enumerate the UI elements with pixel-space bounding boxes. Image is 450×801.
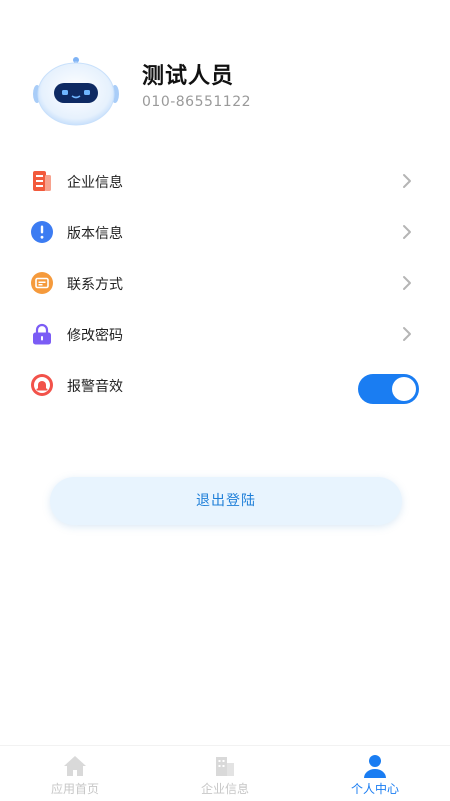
alarm-sound-toggle[interactable] — [358, 374, 419, 404]
bottom-tabbar: 应用首页 企业信息 个人中心 — [0, 745, 450, 801]
user-phone: 010-86551122 — [142, 94, 252, 110]
menu-item-contact[interactable]: 联系方式 — [0, 258, 450, 309]
tab-profile[interactable]: 个人中心 — [300, 746, 450, 801]
chevron-right-icon — [403, 276, 411, 290]
tab-company-info[interactable]: 企业信息 — [150, 746, 300, 801]
menu-item-version-info[interactable]: 版本信息 — [0, 207, 450, 258]
tab-label: 个人中心 — [350, 782, 399, 796]
logout-button[interactable]: 退出登陆 — [50, 477, 402, 525]
menu-item-label: 联系方式 — [67, 277, 123, 293]
home-icon — [64, 756, 86, 776]
alarm-bell-icon — [31, 374, 53, 396]
lock-icon — [33, 323, 51, 345]
settings-menu: 企业信息 版本信息 联系方式 修改密码 报警音效 — [0, 156, 450, 411]
tab-home[interactable]: 应用首页 — [0, 746, 150, 801]
chevron-right-icon — [403, 327, 411, 341]
toggle-knob — [392, 377, 416, 401]
menu-item-company-info[interactable]: 企业信息 — [0, 156, 450, 207]
id-card-icon — [31, 272, 53, 294]
person-icon — [364, 755, 386, 778]
user-name: 测试人员 — [142, 64, 235, 89]
chevron-right-icon — [403, 225, 411, 239]
menu-item-label: 版本信息 — [67, 226, 123, 242]
menu-item-change-password[interactable]: 修改密码 — [0, 309, 450, 360]
exclamation-icon — [31, 221, 53, 243]
menu-item-label: 报警音效 — [67, 379, 123, 395]
chevron-right-icon — [403, 174, 411, 188]
menu-item-label: 企业信息 — [67, 175, 123, 191]
profile-header: 测试人员 010-86551122 — [0, 0, 450, 140]
document-icon — [33, 171, 51, 191]
robot-avatar-icon — [33, 57, 119, 126]
menu-item-label: 修改密码 — [67, 328, 123, 344]
tab-label: 企业信息 — [200, 782, 249, 796]
building-icon — [216, 757, 234, 776]
tab-label: 应用首页 — [50, 782, 99, 796]
